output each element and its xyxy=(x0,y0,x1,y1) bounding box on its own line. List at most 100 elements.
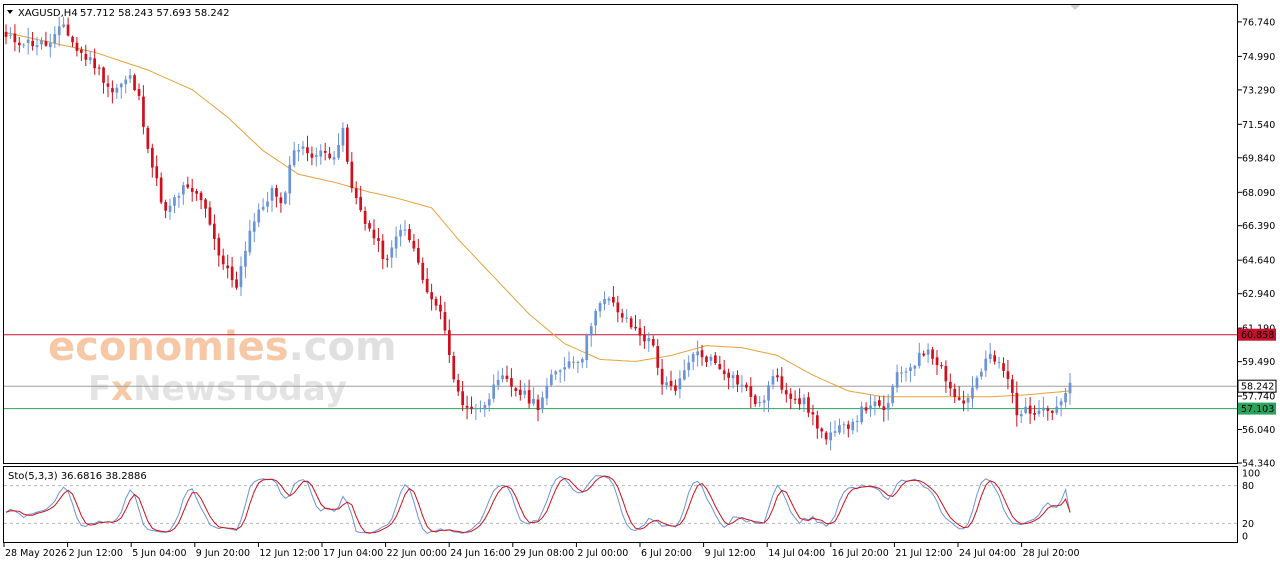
candle-body xyxy=(576,361,580,363)
candle-body xyxy=(425,278,429,293)
candle-body xyxy=(869,405,872,410)
candle-body xyxy=(448,330,451,355)
candle-body xyxy=(204,199,207,209)
candle-body xyxy=(696,351,699,356)
candle-body xyxy=(949,381,952,389)
time-tick-label: 22 Jun 00:00 xyxy=(387,548,447,559)
candle-body xyxy=(891,386,894,404)
candle-body xyxy=(966,398,970,403)
candle-body xyxy=(829,432,832,441)
candle-body xyxy=(71,36,74,43)
candle-body xyxy=(66,24,70,36)
candle-body xyxy=(758,402,761,403)
candle-body xyxy=(820,428,824,432)
svg-text:FxNewsToday: FxNewsToday xyxy=(88,369,347,409)
candle-body xyxy=(1024,406,1027,413)
candle xyxy=(284,190,287,205)
candle-body xyxy=(1068,382,1072,394)
candle-body xyxy=(315,155,318,157)
candle-body xyxy=(133,75,136,91)
candle-body xyxy=(284,192,287,204)
candle-body xyxy=(687,362,691,371)
candle-body xyxy=(917,352,921,366)
candle-body xyxy=(1028,405,1032,414)
candle-body xyxy=(84,53,88,60)
candle-body xyxy=(430,292,433,300)
candle-body xyxy=(727,372,730,378)
price-tick-label: 66.390 xyxy=(1242,221,1275,232)
candle-body xyxy=(718,364,722,369)
candle-body xyxy=(589,326,593,336)
candle-body xyxy=(292,150,296,166)
candle-body xyxy=(306,147,309,154)
level-tag-label: 60.858 xyxy=(1241,330,1274,341)
candle-body xyxy=(962,400,965,404)
candle-body xyxy=(252,221,256,232)
candle-body xyxy=(882,406,886,410)
level-tag-label: 57.103 xyxy=(1241,404,1274,415)
candle-body xyxy=(213,223,216,239)
candle-body xyxy=(886,402,890,410)
candle-body xyxy=(926,349,930,355)
time-tick-label: 9 Jun 20:00 xyxy=(196,548,250,559)
price-tick-label: 56.040 xyxy=(1242,425,1275,436)
candle-body xyxy=(106,83,110,87)
level-tag-label: 58.242 xyxy=(1241,382,1274,393)
candle-body xyxy=(496,379,500,386)
candle-body xyxy=(385,258,389,260)
candle-body xyxy=(855,420,859,422)
price-chart[interactable]: economies.com FxNewsToday XAGUSD,H4 57.7… xyxy=(0,0,1280,567)
stochastic-label: Sto(5,3,3) 36.6816 38.2886 xyxy=(8,471,147,482)
candle-body xyxy=(567,361,571,368)
candle-body xyxy=(461,391,464,406)
candle-body xyxy=(523,390,527,395)
candle-body xyxy=(971,387,974,399)
watermark-sub-rest: NewsToday xyxy=(133,369,347,409)
candle-body xyxy=(873,401,877,407)
candle-body xyxy=(1015,392,1019,416)
candle-body xyxy=(944,366,948,382)
candle-body xyxy=(474,408,478,410)
level-tag-resistance: 60.858 xyxy=(1238,328,1276,341)
candle-body xyxy=(146,127,150,149)
candle-body xyxy=(350,161,354,189)
time-tick-label: 28 Jul 20:00 xyxy=(1023,548,1080,559)
candle-body xyxy=(186,184,190,188)
candle-body xyxy=(793,398,797,400)
candle-body xyxy=(705,356,708,362)
chart-header: XAGUSD,H4 57.712 58.243 57.693 58.242 xyxy=(7,8,230,19)
candle-body xyxy=(40,40,43,45)
candle-body xyxy=(266,201,269,207)
candle-body xyxy=(164,202,167,211)
candle-body xyxy=(749,386,753,397)
watermark: economies.com FxNewsToday xyxy=(48,324,397,409)
candle-body xyxy=(957,397,961,400)
candle-body xyxy=(505,375,509,379)
candle-body xyxy=(660,368,664,385)
candle-body xyxy=(669,380,673,386)
candle-body xyxy=(142,96,145,127)
candle-body xyxy=(128,75,132,79)
candle-body xyxy=(235,279,238,288)
candle-body xyxy=(412,240,416,249)
candle-body xyxy=(261,206,265,210)
candle-body xyxy=(44,41,48,46)
symbol-label: XAGUSD,H4 xyxy=(18,8,78,19)
level-tag-current: 58.242 xyxy=(1237,379,1277,393)
candle-body xyxy=(678,378,682,390)
candle-body xyxy=(833,431,837,433)
candle-body xyxy=(492,384,495,399)
candle-body xyxy=(935,357,939,365)
candle-body xyxy=(851,421,855,431)
candle-body xyxy=(527,390,531,404)
candle-body xyxy=(776,375,779,378)
candle-body xyxy=(354,188,358,198)
candle-body xyxy=(301,146,305,149)
candle-body xyxy=(1002,363,1005,371)
time-tick-label: 21 Jul 12:00 xyxy=(895,548,952,559)
candle-body xyxy=(709,356,713,361)
time-tick-label: 14 Jul 04:00 xyxy=(768,548,825,559)
candle-body xyxy=(244,250,247,267)
candle-body xyxy=(736,374,739,385)
candle-body xyxy=(239,266,243,288)
